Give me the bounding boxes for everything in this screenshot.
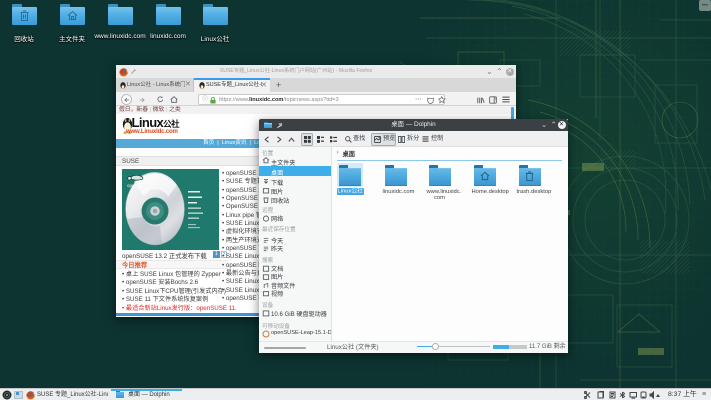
svg-text:openSUSE: openSUSE	[127, 183, 149, 188]
